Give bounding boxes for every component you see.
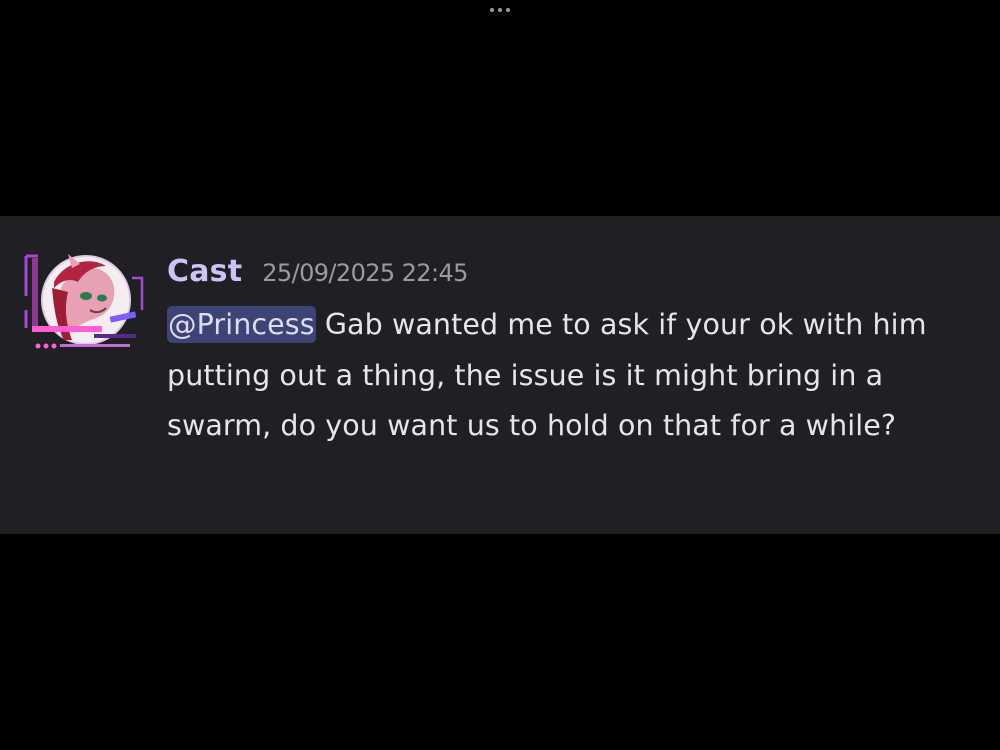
message-content: @Princess Gab wanted me to ask if your o… xyxy=(167,300,982,452)
message-header: Cast 25/09/2025 22:45 xyxy=(167,254,468,289)
author-username[interactable]: Cast xyxy=(167,254,242,289)
dot xyxy=(506,8,510,12)
user-avatar[interactable] xyxy=(24,248,144,358)
message-timestamp: 25/09/2025 22:45 xyxy=(262,259,468,287)
dot xyxy=(498,8,502,12)
screen: Cast 25/09/2025 22:45 @Princess Gab want… xyxy=(0,0,1000,750)
dot xyxy=(490,8,494,12)
user-mention[interactable]: @Princess xyxy=(167,306,316,343)
avatar-image xyxy=(24,254,144,349)
more-options-icon[interactable] xyxy=(488,5,512,15)
